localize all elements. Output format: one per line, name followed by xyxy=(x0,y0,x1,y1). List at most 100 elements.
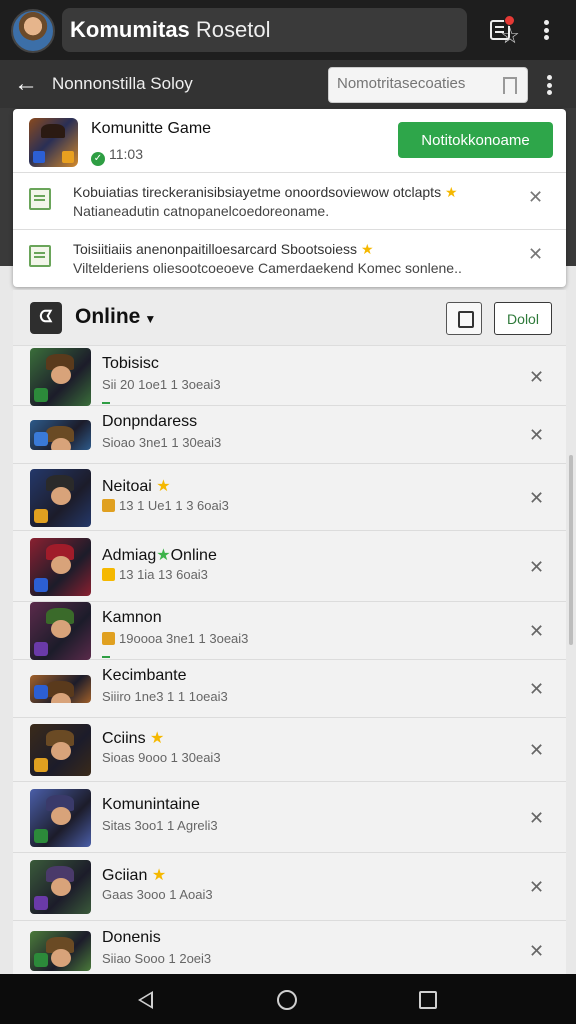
friend-name: Donpndaress xyxy=(102,413,198,430)
notification-item[interactable]: Kobuiatias tireckeranisibsiayetme onoord… xyxy=(13,172,566,228)
secondary-button[interactable]: Dolol xyxy=(494,302,552,335)
dismiss-icon[interactable]: ✕ xyxy=(528,244,543,265)
remove-friend-icon[interactable]: ✕ xyxy=(529,877,544,898)
back-arrow-icon[interactable]: ← xyxy=(14,72,38,96)
friend-row[interactable]: Donenis Siiao Sooo 1 2oei3 ✕ xyxy=(13,921,566,974)
caret-down-icon: ▼ xyxy=(144,312,157,326)
remove-friend-icon[interactable]: ✕ xyxy=(529,488,544,509)
title-box[interactable]: Komumitas Rosetol ☆ xyxy=(62,8,520,52)
page-title-rest: Rosetol xyxy=(195,17,271,42)
dismiss-icon[interactable]: ✕ xyxy=(528,187,543,208)
friend-row[interactable]: Neitoai ★ 13 1 Ue1 1 3 6oai3 ✕ xyxy=(13,464,566,531)
notification-dot xyxy=(504,15,515,26)
friend-row[interactable]: Donpndaress Sioao 3ne1 1 30eai3 ✕ xyxy=(13,406,566,464)
avatar[interactable] xyxy=(11,9,55,53)
notification-title: Kobuiatias tireckeranisibsiayetme onoord… xyxy=(73,184,458,200)
online-filter[interactable]: Online ▼ xyxy=(75,305,156,329)
friend-meta: Siiao Sooo 1 2oei3 xyxy=(102,951,212,966)
platform-badge-icon xyxy=(34,388,48,402)
remove-friend-icon[interactable]: ✕ xyxy=(529,621,544,642)
search-input[interactable] xyxy=(337,75,497,92)
friend-avatar[interactable] xyxy=(30,789,91,847)
star-icon: ★ xyxy=(150,730,165,747)
nav-back-icon[interactable] xyxy=(138,991,153,1009)
friend-name: Komunintaine xyxy=(102,796,200,813)
nav-recents-icon[interactable] xyxy=(419,991,437,1009)
friend-row[interactable]: Komunintaine Sitas 3oo1 1 Agreli3 ✕ xyxy=(13,782,566,853)
friend-avatar[interactable] xyxy=(30,420,91,450)
rank-badge-icon xyxy=(102,568,115,581)
nav-home-icon[interactable] xyxy=(277,990,297,1010)
remove-friend-icon[interactable]: ✕ xyxy=(529,557,544,578)
remove-friend-icon[interactable]: ✕ xyxy=(529,740,544,761)
notification-item[interactable]: Toisiitiaiis anenonpaitilloesarcard Sboo… xyxy=(13,229,566,285)
platform-badge-icon xyxy=(34,758,48,772)
platform-badge-icon xyxy=(34,685,48,699)
verified-icon: ✓ xyxy=(91,152,105,166)
calendar-check-icon[interactable] xyxy=(446,302,482,335)
friend-row[interactable]: Admiag★Online 13 1ia 13 6oai3 ✕ xyxy=(13,531,566,602)
friend-name: Kamnon xyxy=(102,609,162,626)
rank-badge-icon xyxy=(102,632,115,645)
friend-meta: 13 1ia 13 6oai3 xyxy=(102,567,208,582)
friend-row[interactable]: Kamnon 19oooa 3ne1 1 3oeai3 ✕ xyxy=(13,602,566,660)
friend-name: Donenis xyxy=(102,929,161,946)
system-nav-bar xyxy=(0,974,576,1024)
friend-meta: Siiiro 1ne3 1 1 1oeai3 xyxy=(102,689,228,704)
platform-badge-icon xyxy=(34,829,48,843)
avatar-face xyxy=(51,949,71,967)
game-action-button[interactable]: Notitokkonoame xyxy=(398,122,553,158)
more-vert-icon[interactable] xyxy=(544,20,550,40)
friend-avatar[interactable] xyxy=(30,538,91,596)
star-icon: ★ xyxy=(360,241,374,257)
more-vert-icon[interactable] xyxy=(547,75,553,95)
rank-badge-icon xyxy=(62,151,74,163)
notification-doc-icon xyxy=(29,188,51,210)
friend-row[interactable]: Cciins ★ Sioas 9ooo 1 30eai3 ✕ xyxy=(13,718,566,782)
remove-friend-icon[interactable]: ✕ xyxy=(529,425,544,446)
friend-meta: 13 1 Ue1 1 3 6oai3 xyxy=(102,498,229,513)
remove-friend-icon[interactable]: ✕ xyxy=(529,367,544,388)
platform-badge-icon xyxy=(34,953,48,967)
friend-name: Cciins ★ xyxy=(102,730,165,747)
notification-icon[interactable] xyxy=(487,15,515,43)
friends-panel: ᗧ Online ▼ Dolol Tobisisc Sii 20 1oe1 1 3o… xyxy=(13,290,566,974)
friend-name: Tobisisc xyxy=(102,355,159,372)
avatar-face xyxy=(51,438,71,450)
star-icon: ★ xyxy=(151,867,167,884)
friend-name: Kecimbante xyxy=(102,667,187,684)
friend-avatar[interactable] xyxy=(30,469,91,527)
friend-name: Gciian ★ xyxy=(102,867,167,884)
scrollbar[interactable] xyxy=(569,455,573,645)
filter-icon[interactable]: ᗧ xyxy=(30,302,62,334)
friend-row[interactable]: Kecimbante Siiiro 1ne3 1 1 1oeai3 ✕ xyxy=(13,660,566,718)
friend-avatar[interactable] xyxy=(30,931,91,971)
friend-avatar[interactable] xyxy=(30,675,91,703)
bookmark-icon[interactable] xyxy=(503,77,517,94)
remove-friend-icon[interactable]: ✕ xyxy=(529,808,544,829)
friend-avatar[interactable] xyxy=(30,860,91,914)
friend-meta: Gaas 3ooo 1 Aoai3 xyxy=(102,887,213,902)
remove-friend-icon[interactable]: ✕ xyxy=(529,679,544,700)
platform-badge-icon xyxy=(34,432,48,446)
top-bar: Komumitas Rosetol ☆ xyxy=(0,0,576,60)
friend-avatar[interactable] xyxy=(30,602,91,660)
online-indicator xyxy=(102,656,110,658)
friend-row[interactable]: Tobisisc Sii 20 1oe1 1 3oeai3 ✕ xyxy=(13,347,566,406)
avatar-face xyxy=(51,620,71,638)
game-card: Komunitte Game ✓ 11:03 Notitokkonoame Kob… xyxy=(13,109,566,287)
page-title: Komumitas Rosetol xyxy=(70,17,271,43)
friend-name: Neitoai ★ xyxy=(102,478,171,495)
friend-row[interactable]: Gciian ★ Gaas 3ooo 1 Aoai3 ✕ xyxy=(13,853,566,921)
rank-badge-icon xyxy=(102,499,115,512)
sub-header-title: Nonnonstilla Soloy xyxy=(52,74,193,93)
game-icon[interactable] xyxy=(29,118,78,167)
search-box[interactable] xyxy=(328,67,528,103)
platform-badge-icon xyxy=(34,578,48,592)
friend-avatar[interactable] xyxy=(30,348,91,406)
platform-badge-icon xyxy=(34,642,48,656)
friend-avatar[interactable] xyxy=(30,724,91,776)
friend-meta: Sitas 3oo1 1 Agreli3 xyxy=(102,818,218,833)
platform-badge-icon xyxy=(34,896,48,910)
remove-friend-icon[interactable]: ✕ xyxy=(529,941,544,962)
